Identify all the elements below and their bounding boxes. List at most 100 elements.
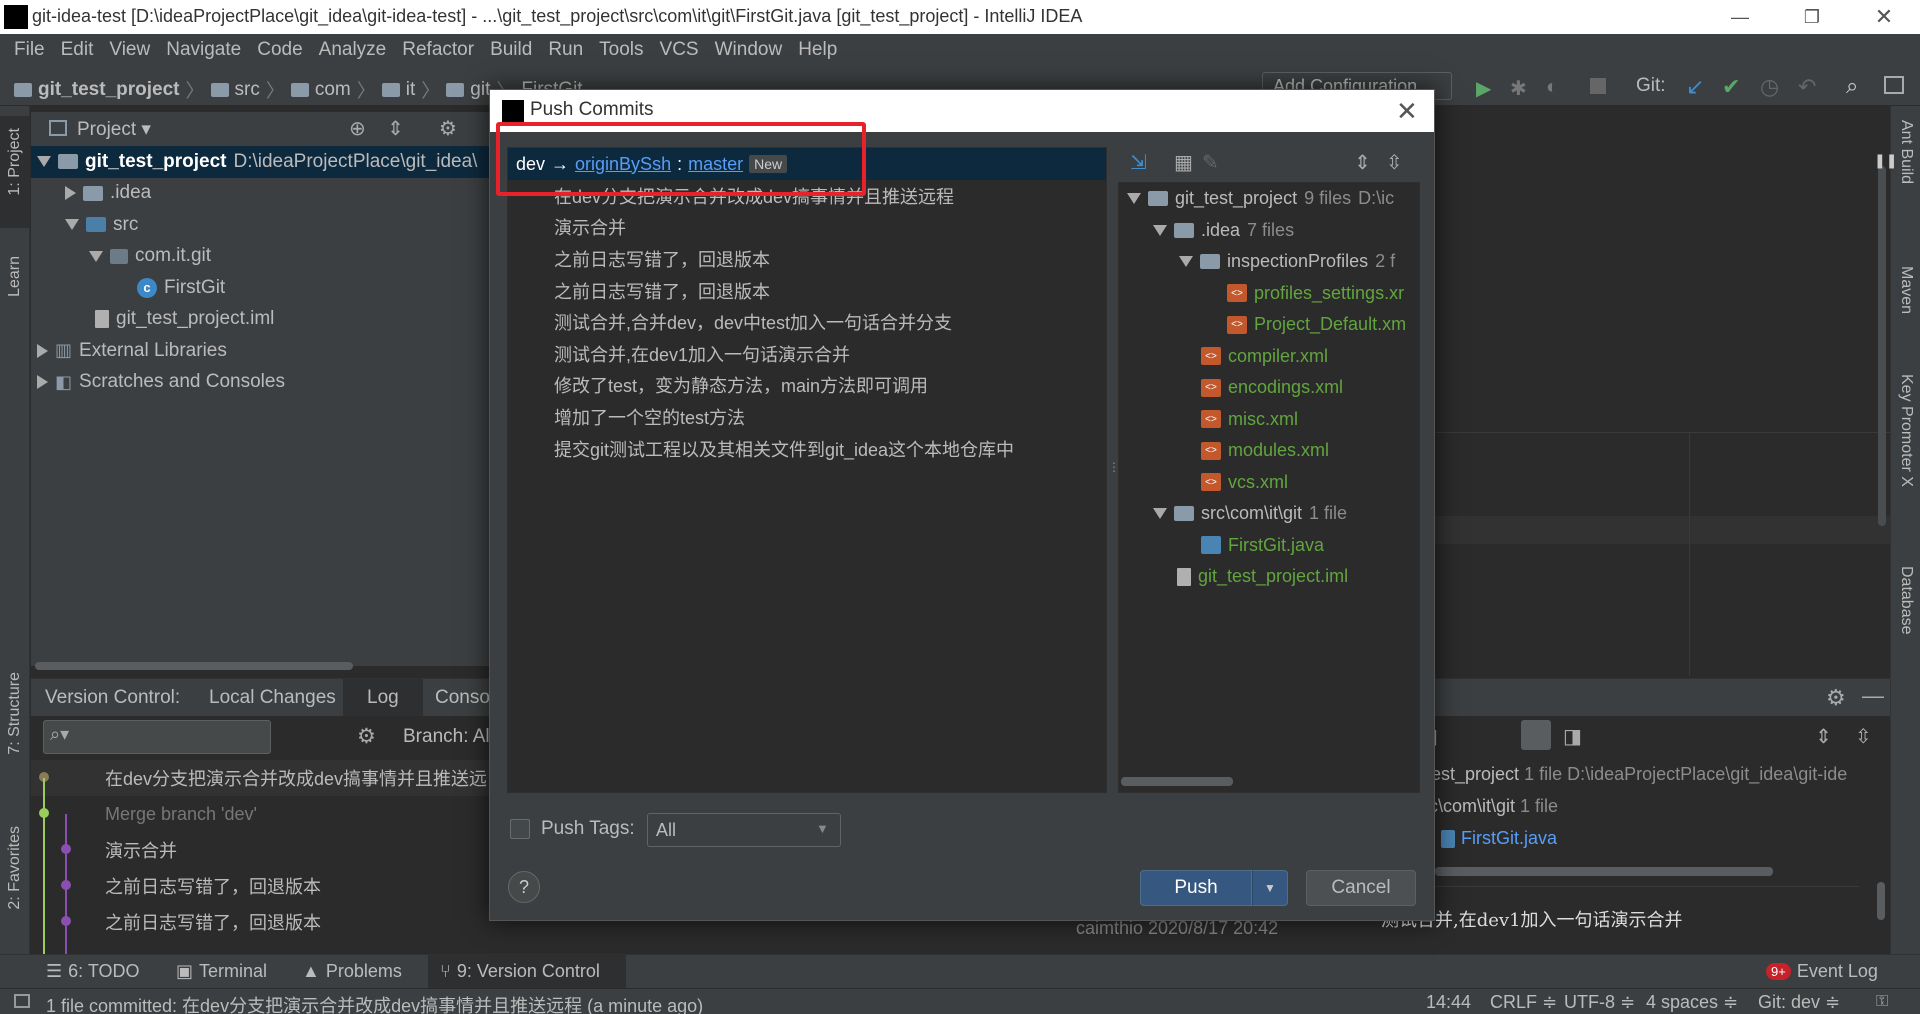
stop-icon[interactable] xyxy=(1590,78,1606,94)
tree-item-iml[interactable]: git_test_project.iml xyxy=(31,304,491,336)
changes-scrollbar[interactable] xyxy=(1435,867,1773,876)
tree-item-scratches[interactable]: ◧ Scratches and Consoles xyxy=(31,367,491,399)
changes-root[interactable]: est_project 1 file D:\ideaProjectPlace\g… xyxy=(1431,764,1847,785)
debug-icon[interactable]: ✱ xyxy=(1510,76,1527,101)
file-item[interactable]: <> vcs.xml xyxy=(1119,467,1419,499)
file-encoding[interactable]: UTF-8 ≑ xyxy=(1564,992,1635,1013)
settings-gear-icon[interactable]: ⚙ xyxy=(1826,685,1846,711)
edit-icon[interactable]: ✎ xyxy=(1202,150,1219,175)
favorites-tool-button[interactable]: 2: Favorites xyxy=(6,826,24,910)
expand-icon[interactable] xyxy=(1127,193,1141,205)
dialog-close-icon[interactable]: ✕ xyxy=(1396,96,1418,127)
push-options-dropdown[interactable]: ▼ xyxy=(1252,870,1288,906)
branch-filter[interactable]: Branch: Al xyxy=(403,726,490,748)
terminal-tool-button[interactable]: ▣ Terminal xyxy=(176,961,267,982)
run-icon[interactable]: ▶ xyxy=(1476,76,1491,101)
expand-icon[interactable] xyxy=(1179,256,1193,268)
expand-icon[interactable] xyxy=(89,250,103,262)
rollback-icon[interactable]: ↶ xyxy=(1798,74,1816,100)
version-control-tool-button[interactable]: ⑂ 9: Version Control xyxy=(440,961,600,982)
locate-icon[interactable]: ⊕ xyxy=(349,116,366,141)
menu-view[interactable]: View xyxy=(101,39,158,61)
indent-setting[interactable]: 4 spaces ≑ xyxy=(1646,992,1738,1013)
file-item[interactable]: git_test_project.iml xyxy=(1119,561,1419,593)
breadcrumb-project[interactable]: git_test_project xyxy=(38,79,179,101)
commit-item[interactable]: 提交git测试工程以及其相关文件到git_idea这个本地仓库中 xyxy=(508,433,1106,465)
menu-run[interactable]: Run xyxy=(540,39,591,61)
expand-icon[interactable] xyxy=(37,156,51,168)
settings-gear-icon[interactable]: ⚙ xyxy=(439,116,457,141)
files-inspection[interactable]: inspectionProfiles 2 f xyxy=(1119,246,1419,278)
status-message[interactable]: 1 file committed: 在dev分支把演示合并改成dev搞事情并且推… xyxy=(46,992,703,1014)
commit-icon[interactable]: ✔ xyxy=(1722,74,1740,100)
file-item[interactable]: <> misc.xml xyxy=(1119,404,1419,436)
todo-tool-button[interactable]: ☰ 6: TODO xyxy=(46,961,140,982)
maven-tool-button[interactable]: Maven xyxy=(1897,266,1915,314)
commit-item[interactable]: 增加了一个空的test方法 xyxy=(508,401,1106,433)
show-diff-icon[interactable]: ⇲ xyxy=(1130,150,1147,175)
menu-build[interactable]: Build xyxy=(482,39,540,61)
log-row[interactable]: 之前日志写错了，回退版本 xyxy=(31,904,491,940)
ant-build-tool-button[interactable]: Ant Build xyxy=(1897,120,1915,184)
line-separator[interactable]: CRLF ≑ xyxy=(1490,992,1557,1013)
changes-package[interactable]: c\com\it\git 1 file xyxy=(1429,796,1558,817)
tree-item-src[interactable]: src xyxy=(31,209,491,241)
structure-tool-button[interactable]: 7: Structure xyxy=(6,672,24,755)
tree-item-package[interactable]: com.it.git xyxy=(31,241,491,273)
caret-position[interactable]: 14:44 xyxy=(1426,992,1471,1013)
push-tags-checkbox[interactable] xyxy=(510,819,530,839)
help-button[interactable]: ? xyxy=(508,871,540,903)
file-item[interactable]: FirstGit.java xyxy=(1119,530,1419,562)
log-search-input[interactable]: ⌕▾ xyxy=(43,720,271,754)
commit-item[interactable]: 测试合并,合并dev，dev中test加入一句话合并分支 xyxy=(508,306,1106,338)
menu-navigate[interactable]: Navigate xyxy=(158,39,249,61)
key-promoter-tool-button[interactable]: Key Promoter X xyxy=(1897,374,1915,487)
collapse-all-icon[interactable]: ⇳ xyxy=(1855,724,1872,749)
project-structure-icon[interactable] xyxy=(1884,76,1904,94)
tree-item-idea[interactable]: .idea xyxy=(31,178,491,210)
settings-gear-icon[interactable]: ⚙ xyxy=(357,724,376,749)
database-tool-button[interactable]: Database xyxy=(1897,566,1915,635)
tab-log[interactable]: Log xyxy=(367,687,399,709)
log-row[interactable]: 之前日志写错了，回退版本 xyxy=(31,868,491,904)
editor-scrollbar[interactable] xyxy=(1878,166,1886,526)
menu-refactor[interactable]: Refactor xyxy=(394,39,482,61)
problems-tool-button[interactable]: ▲ Problems xyxy=(302,961,402,982)
collapse-all-icon[interactable]: ⇳ xyxy=(1386,150,1403,175)
project-tool-button[interactable]: 1: Project xyxy=(6,128,24,196)
file-item[interactable]: <> compiler.xml xyxy=(1119,341,1419,373)
log-row[interactable]: Merge branch 'dev' xyxy=(31,796,491,832)
expand-all-icon[interactable]: ⇕ xyxy=(1815,724,1832,749)
learn-tool-button[interactable]: Learn xyxy=(6,256,24,297)
collapse-icon[interactable] xyxy=(37,375,48,390)
files-root[interactable]: git_test_project 9 files D:\ic xyxy=(1119,183,1419,215)
layout-vertical-icon[interactable]: ◨ xyxy=(1563,724,1582,749)
commit-item[interactable]: 之前日志写错了，回退版本 xyxy=(508,275,1106,307)
commit-item[interactable]: 演示合并 xyxy=(508,212,1106,244)
coverage-icon[interactable]: ◐ xyxy=(1546,76,1558,99)
tab-local-changes[interactable]: Local Changes xyxy=(209,687,336,709)
file-item[interactable]: <> modules.xml xyxy=(1119,435,1419,467)
push-tags-select[interactable]: All ▼ xyxy=(647,813,841,847)
menu-file[interactable]: File xyxy=(6,39,53,61)
file-item[interactable]: <> Project_Default.xm xyxy=(1119,309,1419,341)
files-idea[interactable]: .idea 7 files xyxy=(1119,215,1419,247)
menu-window[interactable]: Window xyxy=(707,39,791,61)
tree-item-external-libraries[interactable]: ▥ External Libraries xyxy=(31,335,491,367)
menu-help[interactable]: Help xyxy=(790,39,845,61)
tab-console[interactable]: Conso xyxy=(435,687,490,709)
expand-icon[interactable] xyxy=(1153,508,1167,520)
breadcrumb-src[interactable]: src xyxy=(235,79,260,101)
menu-code[interactable]: Code xyxy=(249,39,310,61)
menu-vcs[interactable]: VCS xyxy=(652,39,707,61)
breadcrumb-it[interactable]: it xyxy=(406,79,416,101)
restore-icon[interactable]: ❐ xyxy=(1782,0,1842,34)
collapse-icon[interactable] xyxy=(37,343,48,358)
push-button[interactable]: Push xyxy=(1140,870,1252,906)
layout-horizontal-icon[interactable] xyxy=(1521,720,1551,750)
expand-icon[interactable] xyxy=(1153,224,1167,236)
search-everywhere-icon[interactable]: ⌕ xyxy=(1846,73,1858,99)
lock-icon[interactable]: ⚿ xyxy=(1876,993,1888,1011)
changes-file[interactable]: FirstGit.java xyxy=(1441,828,1557,849)
tree-item-root[interactable]: git_test_project D:\ideaProjectPlace\git… xyxy=(31,146,491,178)
